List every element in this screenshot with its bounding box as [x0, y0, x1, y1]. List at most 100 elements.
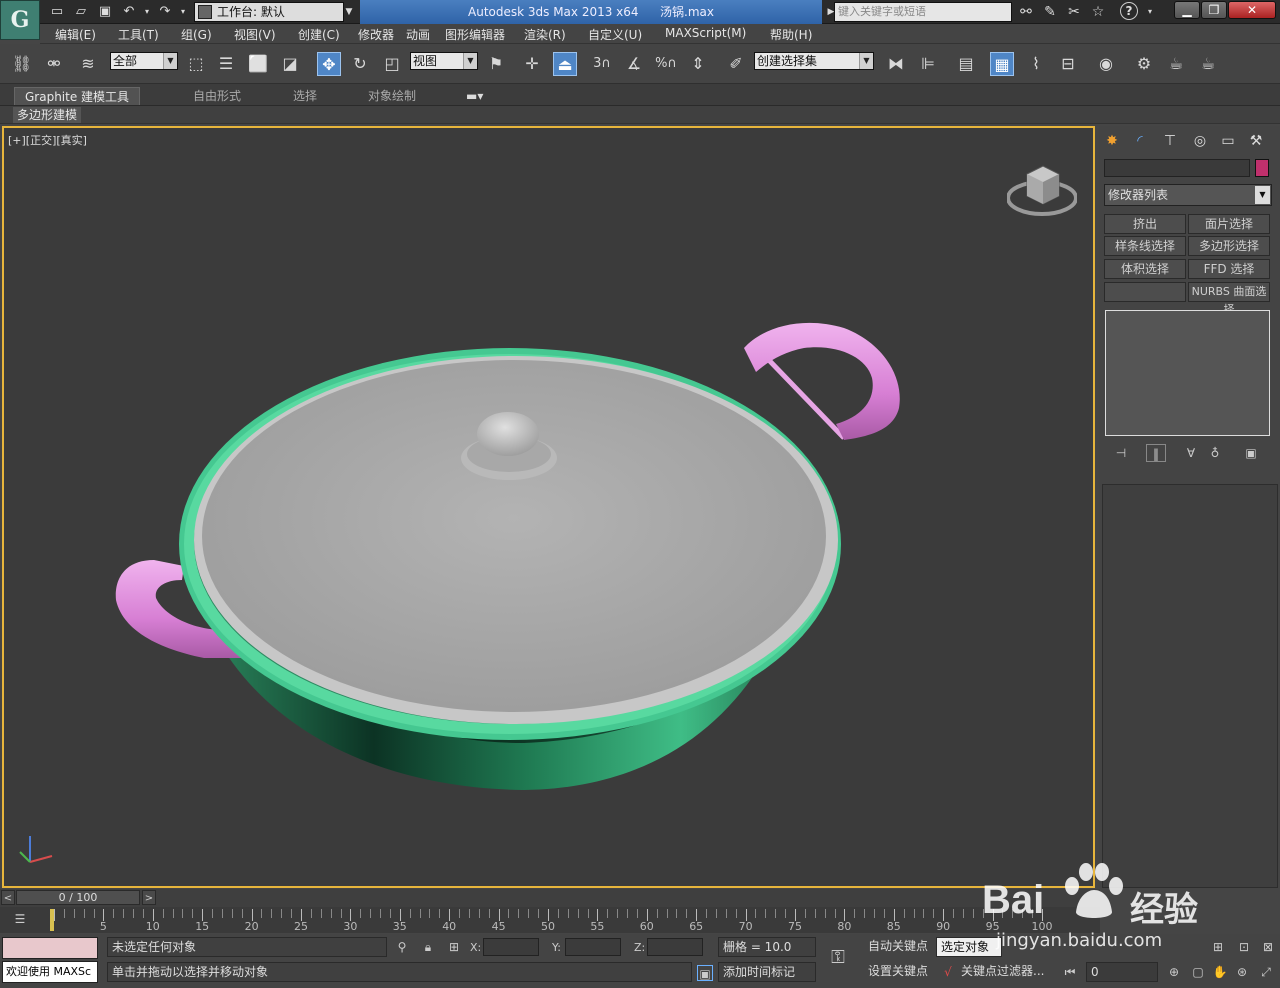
save-file-icon[interactable]: ▣ [96, 3, 114, 21]
render-setup-icon[interactable]: ⚙ [1132, 52, 1156, 76]
y-coordinate-field[interactable] [565, 938, 621, 956]
render-production-icon[interactable]: ☕ [1196, 52, 1220, 76]
subscription-icon[interactable]: ✎ [1040, 2, 1060, 22]
search-input[interactable]: 键入关键字或短语 [834, 2, 1012, 22]
snaps-toggle-icon[interactable]: 3∩ [590, 52, 614, 76]
select-and-move-icon[interactable]: ✥ [317, 52, 341, 76]
chevron-down-icon[interactable]: ▼ [343, 3, 355, 21]
edit-named-selection-icon[interactable]: ✐ [724, 52, 748, 76]
keyboard-shortcut-override-icon[interactable]: ⏏ [553, 52, 577, 76]
menu-modifiers[interactable]: 修改器 [358, 26, 394, 43]
select-object-icon[interactable]: ⬚ [184, 52, 208, 76]
mini-curve-editor-icon[interactable]: ☰ [12, 911, 28, 927]
material-editor-icon[interactable]: ◉ [1094, 52, 1118, 76]
menu-maxscript[interactable]: MAXScript(M) [665, 26, 746, 40]
time-next-icon[interactable]: > [142, 890, 156, 905]
help-dropdown-icon[interactable]: ▾ [1140, 2, 1160, 22]
zoom-all-icon[interactable]: ⊡ [1236, 939, 1252, 955]
tab-selection[interactable]: 选择 [283, 87, 327, 105]
zoom-extents-icon[interactable]: ⊕ [1166, 964, 1182, 980]
rendered-frame-window-icon[interactable]: ☕ [1164, 52, 1188, 76]
maxscript-listener-mini[interactable] [2, 937, 98, 959]
spline-select-button[interactable]: 样条线选择 [1104, 236, 1186, 256]
modifier-list-dropdown[interactable]: 修改器列表 ▼ [1104, 184, 1272, 206]
curve-editor-icon[interactable]: ⌇ [1024, 52, 1048, 76]
make-unique-icon[interactable]: ∀ [1181, 444, 1201, 462]
menu-create[interactable]: 创建(C) [298, 26, 340, 43]
menu-tools[interactable]: 工具(T) [118, 26, 159, 43]
redo-dropdown-icon[interactable]: ▾ [174, 3, 192, 21]
window-crossing-icon[interactable]: ◪ [278, 52, 302, 76]
reference-coordinate-dropdown[interactable]: 视图 ▼ [410, 52, 478, 70]
set-key-icon[interactable]: ⚿ [830, 949, 846, 967]
rectangle-selection-icon[interactable]: ⬜ [246, 52, 270, 76]
modify-tab-icon[interactable]: ◜ [1129, 130, 1151, 152]
volume-select-button[interactable]: 体积选择 [1104, 259, 1186, 279]
mirror-icon[interactable]: ⧓ [884, 52, 908, 76]
communication-icon[interactable]: ✂ [1064, 2, 1084, 22]
time-slider-thumb[interactable]: 0 / 100 [16, 890, 140, 905]
configure-modifier-sets-icon[interactable]: ▣ [1241, 444, 1261, 462]
menu-help[interactable]: 帮助(H) [770, 26, 812, 43]
nurbs-surface-select-button[interactable]: NURBS 曲面选择 [1188, 282, 1270, 316]
bind-space-warp-icon[interactable]: ≋ [76, 52, 100, 76]
display-tab-icon[interactable]: ▭ [1217, 130, 1239, 152]
redo-icon[interactable]: ↷ [156, 3, 174, 21]
spinner-snap-icon[interactable]: ⇕ [686, 52, 710, 76]
orbit-icon[interactable]: ⊛ [1234, 964, 1250, 980]
x-coordinate-field[interactable] [483, 938, 539, 956]
extrude-button[interactable]: 挤出 [1104, 214, 1186, 234]
angle-snap-icon[interactable]: ∡ [622, 52, 646, 76]
patch-select-button[interactable]: 面片选择 [1188, 214, 1270, 234]
schematic-view-icon[interactable]: ⊟ [1056, 52, 1080, 76]
remove-modifier-icon[interactable]: ♁ [1205, 444, 1225, 462]
ribbon-options-icon[interactable]: ▬▾ [456, 87, 493, 105]
pivot-center-icon[interactable]: ⚑ [484, 52, 508, 76]
z-coordinate-field[interactable] [647, 938, 703, 956]
field-of-view-icon[interactable]: ▢ [1190, 964, 1206, 980]
undo-icon[interactable]: ↶ [120, 3, 138, 21]
set-key-button[interactable]: 设置关键点 [865, 962, 931, 982]
maxscript-welcome[interactable]: 欢迎使用 MAXSc [2, 961, 98, 983]
menu-customize[interactable]: 自定义(U) [588, 26, 642, 43]
new-file-icon[interactable]: ▭ [48, 3, 66, 21]
tab-object-paint[interactable]: 对象绘制 [358, 87, 426, 105]
app-logo-icon[interactable]: G [0, 0, 40, 40]
unlink-icon[interactable]: ⚮ [42, 52, 66, 76]
track-bar[interactable]: ☰ 5 10 15 20 25 30 35 40 45 50 55 60 65 70 75 80 85 90 95 1… [0, 907, 1100, 933]
perspective-viewport[interactable]: [+][正交][真实] [2, 126, 1095, 888]
polygon-modeling-panel[interactable]: 多边形建模 [13, 107, 82, 123]
open-file-icon[interactable]: ▱ [72, 3, 90, 21]
time-prev-icon[interactable]: < [1, 890, 15, 905]
select-manipulate-icon[interactable]: ✛ [520, 52, 544, 76]
create-tab-icon[interactable]: ✸ [1101, 130, 1123, 152]
select-and-rotate-icon[interactable]: ↻ [348, 52, 372, 76]
object-name-input[interactable] [1104, 159, 1250, 177]
percent-snap-icon[interactable]: %∩ [654, 52, 678, 76]
poly-select-button[interactable]: 多边形选择 [1188, 236, 1270, 256]
current-frame-field[interactable]: 0 [1086, 962, 1158, 982]
menu-animation[interactable]: 动画 [406, 26, 430, 43]
zoom-extents-all-icon[interactable]: ⊠ [1260, 939, 1276, 955]
motion-tab-icon[interactable]: ◎ [1189, 130, 1211, 152]
menu-edit[interactable]: 编辑(E) [55, 26, 96, 43]
object-color-swatch[interactable] [1255, 159, 1269, 177]
link-icon[interactable]: ⛓ [10, 52, 34, 76]
empty-modifier-button[interactable] [1104, 282, 1186, 302]
time-tag-icon[interactable]: ▣ [697, 965, 713, 981]
key-filters-button[interactable]: 关键点过滤器... [958, 962, 1047, 982]
tab-graphite-modeling[interactable]: Graphite 建模工具 [14, 87, 141, 105]
binoculars-icon[interactable]: ⚯ [1016, 2, 1036, 22]
isolate-selection-icon[interactable]: ⚲ [394, 939, 410, 955]
utilities-tab-icon[interactable]: ⚒ [1245, 130, 1267, 152]
pin-stack-icon[interactable]: ⊣ [1111, 444, 1131, 462]
auto-key-button[interactable]: 自动关键点 [865, 937, 931, 957]
selection-filter-dropdown[interactable]: 全部 ▼ [110, 52, 178, 70]
hierarchy-tab-icon[interactable]: ⊤ [1159, 130, 1181, 152]
viewcube-icon[interactable] [1007, 156, 1077, 220]
absolute-mode-icon[interactable]: ⊞ [446, 939, 462, 955]
menu-views[interactable]: 视图(V) [234, 26, 276, 43]
selection-lock-icon[interactable]: 🔒︎ [420, 939, 436, 955]
maximize-viewport-icon[interactable]: ⤢ [1258, 964, 1274, 980]
tab-freeform[interactable]: 自由形式 [183, 87, 251, 105]
